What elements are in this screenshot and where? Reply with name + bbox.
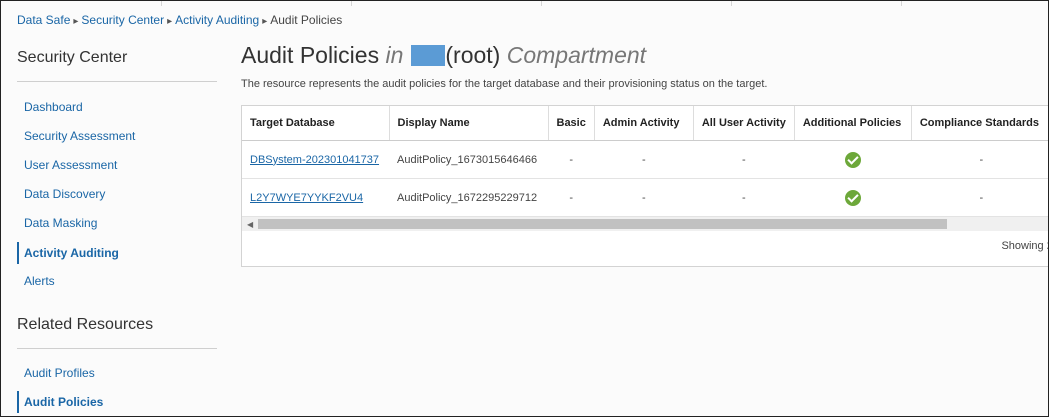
window: Data Safe ▸ Security Center ▸ Activity Audit… bbox=[0, 0, 1049, 417]
table-row: DBSystem-202301041737 AuditPolicy_167301… bbox=[242, 140, 1048, 179]
column-header-target-database[interactable]: Target Database bbox=[242, 106, 390, 141]
pagination-summary: Showing 2 It bbox=[1001, 240, 1048, 252]
column-header-admin-activity[interactable]: Admin Activity bbox=[594, 106, 694, 141]
table-row: L2Y7WYE7YYKF2VU4 AuditPolicy_16722952297… bbox=[242, 178, 1048, 217]
column-header-display-name[interactable]: Display Name bbox=[389, 106, 549, 141]
basic-cell: - bbox=[548, 178, 595, 217]
sidebar-item-audit-profiles[interactable]: Audit Profiles bbox=[17, 362, 217, 384]
additional-policies-cell bbox=[794, 140, 912, 179]
redacted-compartment-name bbox=[411, 45, 446, 66]
page-title-in: in bbox=[385, 42, 404, 68]
page-title-root: (root) bbox=[445, 42, 501, 68]
table: Target Database Display Name Basic Admin… bbox=[242, 106, 1048, 217]
sidebar-item-data-masking[interactable]: Data Masking bbox=[17, 212, 217, 234]
display-name-cell: AuditPolicy_1673015646466 bbox=[389, 140, 548, 179]
sidebar-item-dashboard[interactable]: Dashboard bbox=[17, 96, 217, 118]
page-description: The resource represents the audit polici… bbox=[241, 78, 768, 90]
target-database-link[interactable]: L2Y7WYE7YYKF2VU4 bbox=[250, 192, 363, 204]
audit-policies-table: Target Database Display Name Basic Admin… bbox=[241, 105, 1048, 267]
page-title-suffix: Compartment bbox=[506, 42, 647, 68]
compliance-standards-cell: - bbox=[911, 140, 1048, 179]
page-title-main: Audit Policies bbox=[241, 42, 380, 68]
column-header-basic[interactable]: Basic bbox=[548, 106, 595, 141]
compliance-standards-cell: - bbox=[911, 178, 1048, 217]
all-user-activity-cell: - bbox=[693, 178, 795, 217]
column-header-all-user-activity[interactable]: All User Activity bbox=[693, 106, 795, 141]
target-database-link[interactable]: DBSystem-202301041737 bbox=[250, 154, 379, 166]
sidebar-item-user-assessment[interactable]: User Assessment bbox=[17, 154, 217, 176]
scrollbar-thumb[interactable] bbox=[258, 219, 947, 229]
basic-cell: - bbox=[548, 140, 595, 179]
table-header-row: Target Database Display Name Basic Admin… bbox=[242, 106, 1048, 141]
sidebar: Security Center Dashboard Security Asses… bbox=[1, 1, 231, 416]
column-header-compliance-standards[interactable]: Compliance Standards bbox=[911, 106, 1048, 141]
sidebar-item-security-assessment[interactable]: Security Assessment bbox=[17, 125, 217, 147]
check-icon bbox=[844, 151, 861, 168]
sidebar-heading: Security Center bbox=[17, 49, 128, 66]
admin-activity-cell: - bbox=[594, 140, 694, 179]
horizontal-scrollbar[interactable]: ◀ bbox=[242, 217, 1048, 231]
main-content: Audit Policies in (root) Compartment The … bbox=[241, 1, 1048, 416]
all-user-activity-cell: - bbox=[693, 140, 795, 179]
display-name-cell: AuditPolicy_1672295229712 bbox=[389, 178, 548, 217]
related-resources-heading: Related Resources bbox=[17, 316, 154, 333]
page-title: Audit Policies in (root) Compartment bbox=[241, 42, 646, 69]
column-header-additional-policies[interactable]: Additional Policies bbox=[794, 106, 912, 141]
divider bbox=[17, 348, 217, 349]
scroll-left-icon[interactable]: ◀ bbox=[247, 220, 253, 229]
divider bbox=[17, 81, 217, 82]
sidebar-item-alerts[interactable]: Alerts bbox=[17, 270, 217, 292]
sidebar-item-audit-policies[interactable]: Audit Policies bbox=[17, 391, 217, 413]
sidebar-item-activity-auditing[interactable]: Activity Auditing bbox=[17, 242, 217, 264]
admin-activity-cell: - bbox=[594, 178, 694, 217]
additional-policies-cell bbox=[794, 178, 912, 217]
sidebar-item-data-discovery[interactable]: Data Discovery bbox=[17, 183, 217, 205]
check-icon bbox=[844, 189, 861, 206]
